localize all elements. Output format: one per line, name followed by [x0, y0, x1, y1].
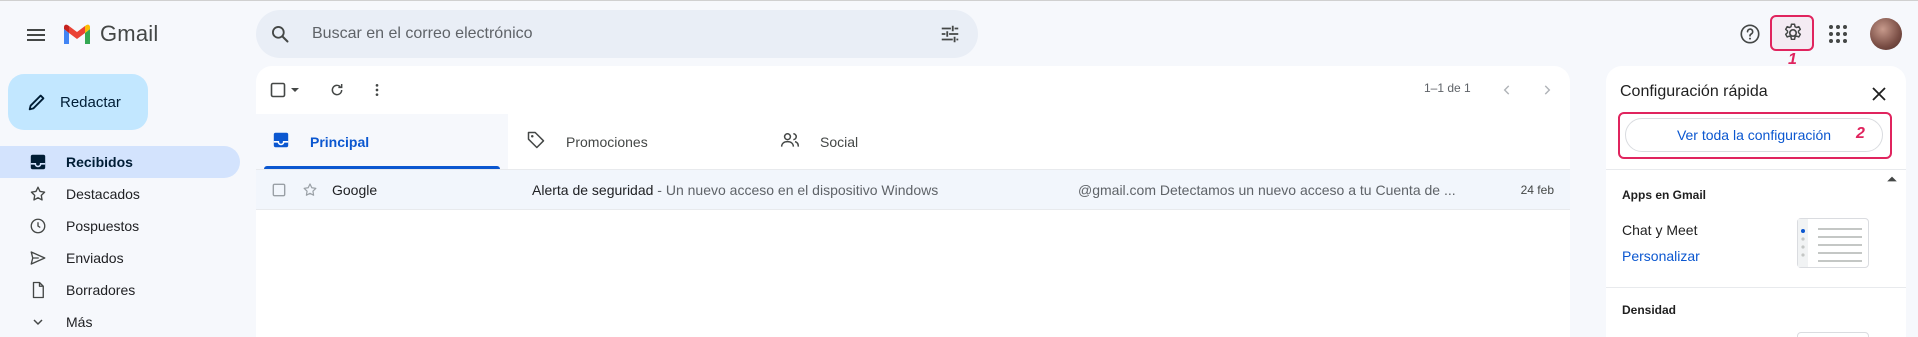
more-actions-button[interactable]	[364, 77, 390, 103]
refresh-icon	[331, 84, 343, 96]
tag-icon	[526, 130, 546, 153]
inbox-icon	[28, 152, 48, 172]
email-row[interactable]: Google Alerta de seguridad - Un nuevo ac…	[256, 170, 1570, 210]
nav-label: Más	[66, 314, 93, 330]
account-avatar[interactable]	[1870, 18, 1902, 50]
inbox-icon	[272, 131, 290, 152]
search-input[interactable]	[312, 25, 912, 43]
star-toggle[interactable]	[302, 182, 318, 201]
chat-meet-label: Chat y Meet	[1622, 222, 1698, 238]
tab-primary[interactable]: Principal	[256, 114, 508, 169]
apps-preview-thumbnail	[1797, 218, 1869, 268]
scroll-up-arrow[interactable]	[1886, 172, 1898, 184]
gear-icon	[1784, 23, 1802, 41]
email-subject-line: Alerta de seguridad - Un nuevo acceso en…	[532, 182, 938, 198]
nav-item-starred[interactable]: Destacados	[0, 178, 240, 210]
caret-down-icon	[291, 88, 299, 92]
nav-item-snoozed[interactable]: Pospuestos	[0, 210, 240, 242]
pagination-text: 1–1 de 1	[1424, 81, 1471, 95]
nav-item-drafts[interactable]: Borradores	[0, 274, 240, 306]
search-bar[interactable]	[256, 10, 978, 58]
clock-icon	[28, 216, 48, 236]
email-subject: Alerta de seguridad	[532, 181, 654, 198]
nav-item-inbox[interactable]: Recibidos	[0, 146, 240, 178]
row-checkbox[interactable]	[272, 183, 286, 200]
search-options-button[interactable]	[930, 14, 970, 54]
people-icon	[780, 130, 800, 153]
quick-settings-title: Configuración rápida	[1620, 83, 1768, 100]
nav-label: Enviados	[66, 250, 124, 266]
nav-label: Borradores	[66, 282, 136, 298]
chevron-right-icon	[1544, 85, 1551, 95]
tab-label: Social	[820, 133, 859, 150]
gmail-logo[interactable]: Gmail	[62, 18, 158, 50]
help-icon	[1740, 24, 1760, 44]
apps-grid-icon	[1829, 25, 1847, 43]
email-snippet: - Un nuevo acceso en el dispositivo Wind…	[653, 181, 939, 198]
more-vert-icon	[375, 84, 379, 96]
nav-item-sent[interactable]: Enviados	[0, 242, 240, 274]
close-quick-settings-button[interactable]	[1866, 81, 1892, 107]
layout-preview-icon	[1798, 219, 1862, 267]
nav-label: Destacados	[66, 186, 140, 202]
main-menu-button[interactable]	[16, 15, 56, 55]
tab-label: Promociones	[566, 133, 648, 150]
chevron-down-icon	[28, 312, 48, 332]
quick-settings-divider	[1606, 169, 1906, 170]
compose-button[interactable]: Redactar	[8, 74, 148, 130]
tab-promotions[interactable]: Promociones	[510, 114, 763, 169]
search-icon	[272, 26, 289, 43]
search-button[interactable]	[256, 10, 304, 58]
draft-icon	[28, 280, 48, 300]
list-toolbar	[270, 77, 390, 103]
select-all-checkbox[interactable]	[270, 82, 300, 98]
gmail-m-icon	[64, 24, 90, 44]
apps-section-title: Apps en Gmail	[1622, 188, 1707, 202]
customize-link[interactable]: Personalizar	[1622, 248, 1700, 264]
hamburger-icon	[27, 29, 45, 41]
checkbox-icon	[272, 183, 286, 197]
help-button[interactable]	[1730, 14, 1770, 54]
star-icon	[28, 184, 48, 204]
see-all-settings-button[interactable]: Ver toda la configuración	[1625, 118, 1883, 152]
nav-item-more[interactable]: Más	[0, 306, 240, 337]
density-section-title: Densidad	[1622, 303, 1677, 317]
nav-label: Recibidos	[66, 154, 133, 170]
settings-button[interactable]	[1773, 13, 1813, 53]
chevron-left-icon	[1503, 85, 1510, 95]
caret-up-icon	[1887, 176, 1897, 182]
app-name: Gmail	[100, 21, 159, 46]
tab-label: Principal	[310, 133, 370, 150]
email-preview: @gmail.com Detectamos un nuevo acceso a …	[1078, 181, 1456, 198]
google-apps-button[interactable]	[1818, 14, 1858, 54]
quick-settings-divider	[1606, 287, 1906, 288]
email-sender: Google	[332, 181, 378, 198]
email-date: 24 feb	[1520, 182, 1554, 197]
nav-label: Pospuestos	[66, 218, 140, 234]
previous-page-button[interactable]	[1494, 77, 1520, 103]
tune-icon	[941, 25, 959, 43]
tab-social[interactable]: Social	[764, 114, 1017, 169]
star-icon	[303, 183, 317, 196]
send-icon	[28, 248, 48, 268]
pencil-icon	[28, 94, 45, 111]
refresh-button[interactable]	[324, 77, 350, 103]
close-icon	[1872, 87, 1886, 101]
density-preview-thumbnail[interactable]	[1797, 332, 1869, 337]
compose-label: Redactar	[60, 93, 121, 111]
next-page-button[interactable]	[1534, 77, 1560, 103]
step-annotation-2: 2	[1856, 125, 1865, 142]
checkbox-icon	[270, 82, 286, 98]
